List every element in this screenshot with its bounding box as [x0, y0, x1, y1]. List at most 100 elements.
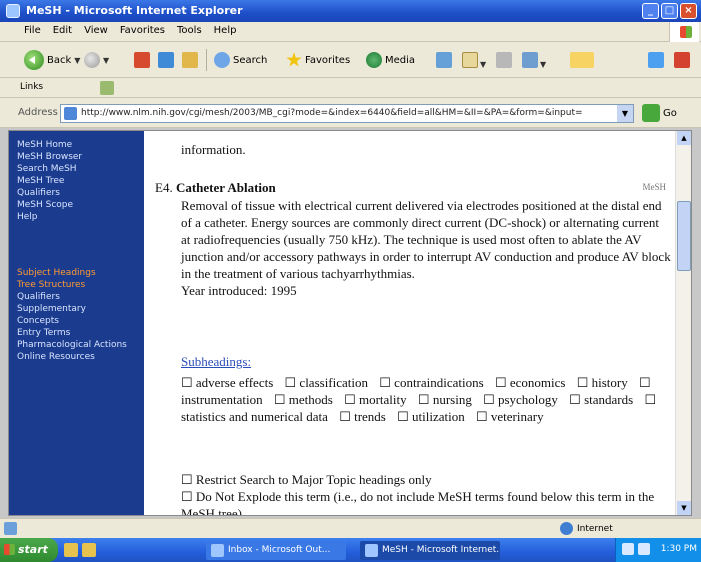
standard-toolbar: Back ▼ ▼ Search Favorites Media ▼ ▼ [0, 42, 701, 78]
subheadings-list: ☐ adverse effects ☐ classification ☐ con… [181, 374, 671, 425]
subheading-option[interactable]: ☐ utilization [397, 409, 469, 424]
sidebar-bottom-links: Subject Headings Tree Structures Qualifi… [17, 267, 137, 363]
taskbar-item-mesh[interactable]: MeSH - Microsoft Internet... [360, 541, 500, 560]
sidebar-link-concepts[interactable]: Concepts [17, 315, 137, 327]
subheading-option[interactable]: ☐ mortality [344, 392, 411, 407]
menu-view[interactable]: View [84, 25, 108, 36]
print-icon[interactable] [496, 52, 512, 68]
edit-dropdown-icon[interactable]: ▼ [540, 53, 546, 75]
scrollbar-thumb[interactable] [677, 201, 691, 271]
favorites-label: Favorites [305, 54, 351, 66]
mail-icon[interactable] [462, 52, 478, 68]
sidebar-link-qualifiers[interactable]: Qualifiers [17, 187, 137, 199]
subheading-option[interactable]: ☐ trends [339, 409, 390, 424]
address-url[interactable]: http://www.nlm.nih.gov/cgi/mesh/2003/MB_… [81, 108, 601, 118]
favorites-button[interactable]: Favorites [286, 49, 350, 71]
sidebar-link-tree-structures[interactable]: Tree Structures [17, 279, 137, 291]
sidebar-link-mesh-home[interactable]: MeSH Home [17, 139, 137, 151]
quick-launch-icon[interactable] [64, 543, 78, 557]
sidebar-link-supplementary[interactable]: Supplementary [17, 303, 137, 315]
messenger-icon[interactable] [648, 52, 664, 68]
menu-favorites[interactable]: Favorites [120, 25, 165, 36]
quick-launch-icon[interactable] [82, 543, 96, 557]
address-dropdown-icon[interactable]: ▼ [617, 105, 633, 122]
subheading-option[interactable]: ☐ standards [569, 392, 637, 407]
taskbar-item-outlook[interactable]: Inbox - Microsoft Out... [206, 541, 346, 560]
vertical-scrollbar[interactable]: ▲ ▼ [675, 131, 691, 515]
subheading-option[interactable]: ☐ history [577, 375, 632, 390]
links-label[interactable]: Links [20, 82, 43, 92]
subheading-option[interactable]: ☐ adverse effects [181, 375, 277, 390]
mail-dropdown-icon[interactable]: ▼ [480, 53, 486, 75]
entry-title: Catheter Ablation [175, 180, 276, 195]
sidebar-top-links: MeSH Home MeSH Browser Search MeSH MeSH … [17, 139, 137, 223]
definition-text: Removal of tissue with electrical curren… [181, 198, 671, 281]
sidebar-link-pharmacological-actions[interactable]: Pharmacological Actions [17, 339, 137, 351]
sidebar-link-qualifiers-2[interactable]: Qualifiers [17, 291, 137, 303]
edit-icon[interactable] [522, 52, 538, 68]
minimize-button[interactable]: _ [642, 3, 659, 19]
sidebar-link-subject-headings[interactable]: Subject Headings [17, 267, 137, 279]
forward-button[interactable]: ▼ [84, 49, 109, 71]
subheading-option[interactable]: ☐ psychology [483, 392, 562, 407]
sidebar-link-help[interactable]: Help [17, 211, 137, 223]
history-icon[interactable] [436, 52, 452, 68]
tray-network-icon[interactable] [622, 543, 634, 555]
window-title: MeSH - Microsoft Internet Explorer [26, 4, 243, 17]
sidebar-link-entry-terms[interactable]: Entry Terms [17, 327, 137, 339]
home-icon[interactable] [182, 52, 198, 68]
entry-definition: Removal of tissue with electrical curren… [181, 197, 671, 299]
maximize-button[interactable]: □ [661, 3, 678, 19]
address-bar: Address http://www.nlm.nih.gov/cgi/mesh/… [0, 98, 701, 128]
mesh-entry: information. E4. Catheter Ablation MeSH … [151, 131, 676, 515]
windows-logo [669, 22, 699, 42]
research-icon[interactable] [674, 52, 690, 68]
menu-help[interactable]: Help [214, 25, 237, 36]
address-input[interactable]: http://www.nlm.nih.gov/cgi/mesh/2003/MB_… [60, 104, 634, 123]
search-label: Search [233, 54, 268, 66]
back-dropdown-icon: ▼ [74, 55, 81, 65]
subheadings-section: Subheadings: ☐ adverse effects ☐ classif… [181, 353, 671, 425]
links-chevron-icon[interactable] [100, 81, 114, 95]
menu-edit[interactable]: Edit [53, 25, 72, 36]
go-button[interactable]: Go [642, 104, 677, 122]
stop-icon[interactable] [134, 52, 150, 68]
sidebar-link-mesh-browser[interactable]: MeSH Browser [17, 151, 137, 163]
subheadings-link[interactable]: Subheadings: [181, 353, 671, 370]
sidebar-link-mesh-tree[interactable]: MeSH Tree [17, 175, 137, 187]
system-tray: 1:30 PM [615, 538, 701, 562]
subheading-option[interactable]: ☐ classification [285, 375, 373, 390]
subheading-option[interactable]: ☐ veterinary [476, 409, 548, 424]
sidebar-link-online-resources[interactable]: Online Resources [17, 351, 137, 363]
browser-viewport: MeSH Home MeSH Browser Search MeSH MeSH … [8, 130, 692, 516]
tray-volume-icon[interactable] [638, 543, 650, 555]
menu-tools[interactable]: Tools [177, 25, 202, 36]
scroll-up-icon[interactable]: ▲ [677, 131, 691, 145]
taskbar: start Inbox - Microsoft Out... MeSH - Mi… [0, 538, 701, 562]
subheading-option[interactable]: ☐ methods [274, 392, 337, 407]
restrict-major-topic-option[interactable]: ☐ Restrict Search to Major Topic heading… [181, 471, 671, 488]
close-button[interactable]: × [680, 3, 697, 19]
address-label: Address [18, 107, 58, 118]
media-button[interactable]: Media [366, 49, 415, 71]
sidebar-link-mesh-scope[interactable]: MeSH Scope [17, 199, 137, 211]
folder-icon[interactable] [570, 52, 594, 68]
scroll-down-icon[interactable]: ▼ [677, 501, 691, 515]
do-not-explode-option[interactable]: ☐ Do Not Explode this term (i.e., do not… [181, 488, 671, 515]
entry-code: E4. [155, 180, 173, 195]
search-button[interactable]: Search [214, 49, 267, 71]
title-bar: MeSH - Microsoft Internet Explorer _ □ × [0, 0, 701, 22]
menu-file[interactable]: File [24, 25, 41, 36]
go-arrow-icon [642, 104, 660, 122]
subheading-option[interactable]: ☐ contraindications [379, 375, 487, 390]
subheading-option[interactable]: ☐ economics [495, 375, 570, 390]
back-button[interactable]: Back ▼ [24, 49, 80, 71]
intro-text-end: information. [181, 142, 246, 157]
start-button[interactable]: start [0, 538, 58, 562]
media-label: Media [385, 54, 416, 66]
sidebar-link-search-mesh[interactable]: Search MeSH [17, 163, 137, 175]
subheading-option[interactable]: ☐ nursing [418, 392, 476, 407]
window-controls: _ □ × [642, 3, 697, 19]
year-introduced: Year introduced: 1995 [181, 283, 297, 298]
refresh-icon[interactable] [158, 52, 174, 68]
